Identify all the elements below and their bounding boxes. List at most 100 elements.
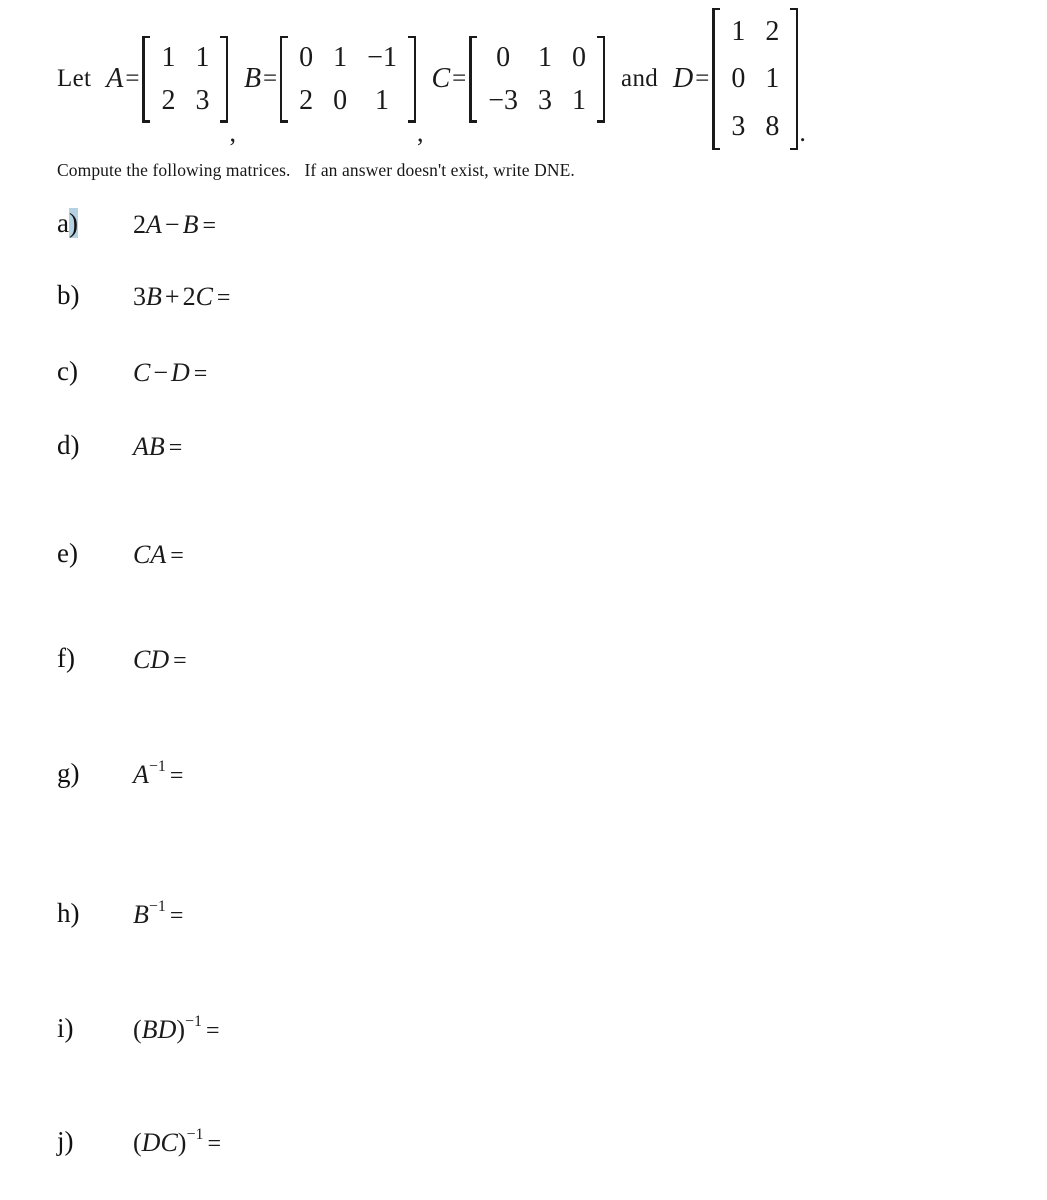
matrix-symbol: B [146, 282, 162, 311]
matrix-symbol: C [133, 645, 151, 674]
matrix-a-name: A [106, 63, 124, 95]
matrix-cell: 2 [161, 85, 176, 117]
matrix-symbol: A [150, 540, 167, 569]
lead-word: Let [57, 65, 92, 93]
matrix-row: 0 1 −1 [289, 36, 407, 79]
right-bracket-c [596, 35, 606, 123]
matrix-symbol: C [195, 282, 213, 311]
matrix-definitions-line: Let A = 1 1 2 3 , B = 0 1 −1 2 0 1 , C =… [57, 8, 806, 151]
matrix-cell: 1 [375, 85, 390, 117]
exponent: −1 [148, 898, 166, 916]
matrix-cell: 8 [765, 110, 780, 142]
matrix-symbol: A [146, 210, 162, 239]
problem-expression-d: AB = [133, 432, 183, 461]
terminal-period: . [799, 118, 806, 148]
problem-paren: ) [70, 430, 80, 460]
problem-item-b: b) 3B +2C = [0, 282, 1047, 322]
equals-sign: = [173, 648, 187, 674]
matrix-d-name: D [673, 63, 694, 95]
problem-letter: j [57, 1126, 65, 1156]
left-bracket-a [142, 35, 151, 123]
equals-sign-b: = [263, 65, 278, 93]
matrix-cell: −3 [488, 85, 519, 117]
matrix-cell: 1 [333, 41, 348, 73]
matrix-cell: 0 [333, 85, 348, 117]
equals-sign: = [193, 361, 208, 387]
separator-comma-2: , [416, 118, 424, 148]
problem-letter: c [57, 356, 69, 386]
matrix-row: 3 8 [721, 103, 789, 150]
matrix-cell: 3 [731, 110, 746, 142]
problem-paren: ) [70, 280, 80, 310]
problem-item-e: e) CA = [0, 540, 1047, 580]
equals-sign: = [206, 1018, 220, 1044]
matrix-c-name: C [431, 63, 451, 95]
problem-label-e: e) [57, 540, 78, 567]
instruction-text: Compute the following matrices. If an ans… [57, 160, 575, 181]
matrix-row: 0 1 [721, 55, 789, 102]
matrix-symbol: D [157, 1015, 177, 1044]
problem-letter: g [57, 758, 71, 788]
problem-expression-j: (DC)−1 = [133, 1127, 222, 1157]
matrix-symbol: B [182, 210, 199, 239]
equals-sign: = [169, 903, 184, 929]
matrix-cell: 1 [765, 63, 780, 95]
open-paren: ( [133, 1015, 142, 1044]
worksheet-page: Let A = 1 1 2 3 , B = 0 1 −1 2 0 1 , C =… [0, 0, 1047, 1200]
matrix-symbol: B [148, 432, 165, 461]
matrix-row: −3 3 1 [478, 79, 596, 122]
matrix-row: 0 1 0 [478, 36, 596, 79]
equals-sign: = [168, 435, 183, 461]
coefficient: 2 [182, 282, 196, 311]
matrix-cell: 0 [299, 41, 314, 73]
problem-letter: e [57, 538, 69, 568]
problem-item-a: a) 2A − B = [0, 208, 1047, 250]
problem-paren: ) [70, 898, 80, 928]
right-bracket-d [789, 8, 799, 151]
matrix-b-name: B [243, 63, 262, 95]
equals-sign: = [169, 763, 184, 789]
matrix-cell: 1 [731, 16, 746, 47]
matrix-symbol: C [133, 358, 151, 387]
matrix-symbol: D [171, 358, 190, 387]
problem-expression-a: 2A − B = [133, 210, 216, 239]
equals-sign: = [216, 285, 231, 311]
problem-label-f: f) [57, 645, 75, 672]
operator: − [164, 210, 180, 239]
right-bracket-b [407, 35, 416, 123]
equals-sign: = [207, 1131, 222, 1157]
matrix-symbol: C [160, 1128, 178, 1157]
left-bracket-d [712, 8, 721, 151]
problem-item-i: i) (BD)−1 = [0, 1013, 1047, 1055]
matrix-cell: 0 [731, 63, 746, 95]
matrix-symbol: D [150, 645, 170, 674]
matrix-cell: 3 [538, 85, 553, 117]
left-bracket-b [280, 35, 289, 123]
instruction-part-1: Compute the following matrices. [57, 160, 291, 180]
matrix-cell: 1 [572, 85, 587, 117]
problem-expression-g: A−1 = [133, 759, 184, 789]
matrix-cell: −1 [367, 41, 397, 73]
conjunction-and: and [621, 65, 659, 93]
matrix-cell: 1 [538, 41, 553, 73]
matrix-row: 2 3 [151, 79, 219, 122]
matrix-cell: 2 [299, 85, 314, 117]
problem-label-j: j) [57, 1128, 74, 1155]
matrix-symbol: B [141, 1015, 158, 1044]
problem-paren: ) [66, 643, 75, 673]
exponent: −1 [148, 758, 166, 776]
operator: + [164, 282, 180, 311]
equals-sign: = [202, 213, 216, 239]
equals-sign-d: = [695, 65, 710, 93]
problem-expression-e: CA = [133, 540, 184, 569]
problem-label-a: a) [57, 208, 78, 238]
problem-expression-f: CD = [133, 645, 187, 674]
problem-paren: ) [64, 1013, 74, 1043]
instruction-part-2: If an answer doesn't exist, write DNE. [304, 160, 575, 180]
matrix-cell: 2 [765, 16, 780, 47]
exponent: −1 [186, 1126, 204, 1144]
matrix-b: 0 1 −1 2 0 1 [280, 35, 416, 123]
problem-label-g: g) [57, 760, 80, 787]
problem-paren: ) [68, 356, 78, 386]
matrix-c: 0 1 0 −3 3 1 [469, 35, 606, 123]
